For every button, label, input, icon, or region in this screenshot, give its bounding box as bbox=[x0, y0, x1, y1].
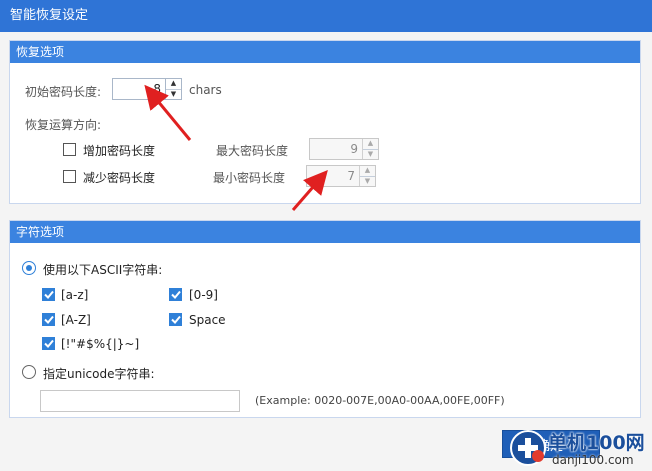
specify-unicode-label: 指定unicode字符串: bbox=[43, 367, 155, 381]
stepper-down-icon[interactable]: ▼ bbox=[360, 175, 375, 187]
option-symbols-label: [!"#$%{|}~] bbox=[61, 337, 140, 351]
use-ascii-label: 使用以下ASCII字符串: bbox=[43, 263, 163, 277]
use-ascii-radio[interactable] bbox=[22, 261, 36, 275]
option-symbols-checkbox[interactable] bbox=[42, 337, 55, 350]
init-length-value[interactable]: 8 bbox=[113, 79, 165, 99]
option-upper-a-z-checkbox[interactable] bbox=[42, 313, 55, 326]
option-0-9-checkbox[interactable] bbox=[169, 288, 182, 301]
stepper-down-icon[interactable]: ▼ bbox=[166, 88, 181, 100]
dialog-body: 恢复选项 初始密码长度: 8 ▲ ▼ chars 恢复运算方向: 增加密码长度 … bbox=[0, 32, 652, 471]
min-length-value[interactable]: 7 bbox=[307, 166, 359, 186]
max-length-value[interactable]: 9 bbox=[310, 139, 362, 159]
option-space-label: Space bbox=[189, 313, 226, 327]
checkmark-icon bbox=[43, 315, 54, 324]
min-length-label: 最小密码长度 bbox=[213, 171, 286, 185]
direction-label: 恢复运算方向: bbox=[25, 118, 102, 132]
option-a-z-label: [a-z] bbox=[61, 288, 89, 302]
checkmark-icon bbox=[170, 290, 181, 299]
specify-unicode-radio[interactable] bbox=[22, 365, 36, 379]
decrease-length-label: 减少密码长度 bbox=[83, 171, 156, 185]
option-space-checkbox[interactable] bbox=[169, 313, 182, 326]
unicode-example-text: (Example: 0020-007E,00A0-00AA,00FE,00FF) bbox=[255, 394, 505, 407]
stepper-down-icon[interactable]: ▼ bbox=[363, 148, 378, 160]
option-upper-a-z-label: [A-Z] bbox=[61, 313, 91, 327]
checkmark-icon bbox=[170, 315, 181, 324]
init-length-stepper[interactable]: 8 ▲ ▼ bbox=[112, 78, 182, 100]
chars-unit: chars bbox=[189, 83, 222, 97]
stepper-up-icon[interactable]: ▲ bbox=[360, 166, 375, 176]
increase-length-label: 增加密码长度 bbox=[83, 144, 156, 158]
recovery-options-group: 恢复选项 初始密码长度: 8 ▲ ▼ chars 恢复运算方向: 增加密码长度 … bbox=[9, 40, 641, 204]
recovery-options-heading: 恢复选项 bbox=[10, 41, 640, 63]
decrease-length-checkbox[interactable] bbox=[63, 170, 76, 183]
max-length-label: 最大密码长度 bbox=[216, 144, 289, 158]
min-length-stepper[interactable]: 7 ▲ ▼ bbox=[306, 165, 376, 187]
ok-button[interactable]: 确定 bbox=[502, 430, 600, 458]
unicode-input[interactable] bbox=[40, 390, 240, 412]
ok-button-label: 确定 bbox=[537, 438, 564, 454]
window-title: 智能恢复设定 bbox=[0, 0, 652, 32]
max-length-stepper[interactable]: 9 ▲ ▼ bbox=[309, 138, 379, 160]
increase-length-checkbox[interactable] bbox=[63, 143, 76, 156]
charset-options-heading: 字符选项 bbox=[10, 221, 640, 243]
checkmark-icon bbox=[43, 290, 54, 299]
option-0-9-label: [0-9] bbox=[189, 288, 218, 302]
checkmark-icon bbox=[43, 339, 54, 348]
init-length-label: 初始密码长度: bbox=[25, 85, 102, 99]
option-a-z-checkbox[interactable] bbox=[42, 288, 55, 301]
charset-options-group: 字符选项 使用以下ASCII字符串: [a-z] [0-9] [A-Z] Spa… bbox=[9, 220, 641, 418]
stepper-up-icon[interactable]: ▲ bbox=[166, 79, 181, 89]
stepper-up-icon[interactable]: ▲ bbox=[363, 139, 378, 149]
